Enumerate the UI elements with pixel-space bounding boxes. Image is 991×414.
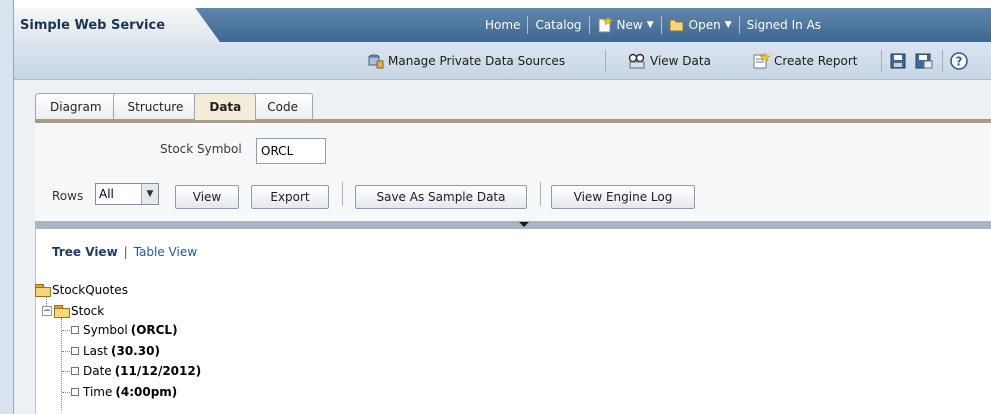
folder-open-icon [669, 19, 684, 32]
leaf-value: (11/12/2012) [114, 364, 202, 378]
save-button[interactable] [890, 42, 906, 79]
tree-leaf-time[interactable]: Time (4:00pm) [71, 385, 177, 399]
chevron-down-icon: ▼ [724, 20, 732, 30]
catalog-link[interactable]: Catalog [528, 18, 588, 32]
create-report-button[interactable]: Create Report [752, 42, 857, 79]
create-report-label: Create Report [774, 53, 858, 68]
tab-code[interactable]: Code [252, 93, 313, 120]
help-button[interactable]: ? [950, 42, 968, 79]
tree-leaf-last[interactable]: Last (30.30) [71, 344, 160, 358]
collapse-arrow-icon[interactable] [519, 222, 529, 227]
editor-tabs: Diagram Structure Data Code [35, 93, 313, 120]
application-window: Simple Web Service Home Catalog New ▼ Ope… [0, 0, 991, 414]
view-switcher: Tree View | Table View [52, 245, 197, 259]
leaf-label: Time [83, 385, 113, 399]
manage-label: Manage Private Data Sources [388, 53, 566, 68]
save-as-sample-data-button[interactable]: Save As Sample Data [355, 185, 527, 209]
leaf-node-icon [71, 326, 79, 334]
new-menu[interactable]: New ▼ [590, 17, 661, 33]
save-as-button[interactable] [915, 42, 933, 79]
leaf-node-icon [71, 388, 79, 396]
tab-structure[interactable]: Structure [112, 93, 199, 120]
rows-select[interactable]: All ▼ [95, 183, 159, 205]
signed-in-as[interactable]: Signed In As [740, 18, 828, 32]
tree-node-stock[interactable]: − Stock [42, 304, 104, 318]
view-button[interactable]: View [175, 185, 239, 209]
leaf-value: (4:00pm) [115, 385, 178, 399]
rows-label: Rows [52, 189, 84, 203]
leaf-value: (30.30) [111, 344, 160, 358]
leaf-label: Last [83, 344, 108, 358]
view-separator: | [123, 245, 128, 259]
open-menu[interactable]: Open ▼ [662, 18, 739, 32]
tree-node-stock-label: Stock [71, 304, 105, 318]
database-icon [368, 54, 384, 68]
new-label: New [616, 18, 643, 32]
leaf-value: (ORCL) [130, 323, 178, 337]
folder-open-icon [35, 284, 51, 297]
rows-select-value: All [99, 187, 114, 201]
folder-open-icon [54, 305, 70, 318]
home-link[interactable]: Home [478, 18, 527, 32]
leaf-node-icon [71, 367, 79, 375]
manage-private-data-sources-button[interactable]: Manage Private Data Sources [368, 42, 565, 79]
leaf-label: Date [83, 364, 112, 378]
stock-symbol-input[interactable] [256, 138, 326, 164]
view-data-label: View Data [650, 53, 711, 68]
save-icon [890, 53, 906, 68]
save-as-icon [915, 53, 933, 68]
left-border [0, 0, 14, 414]
svg-text:?: ? [956, 54, 963, 68]
tab-data[interactable]: Data [194, 93, 257, 120]
global-nav: Home Catalog New ▼ Open ▼ Signed In As [478, 8, 828, 42]
leaf-label: Symbol [83, 323, 128, 337]
tree-leaf-symbol[interactable]: Symbol (ORCL) [71, 323, 178, 337]
collapse-icon[interactable]: − [42, 306, 52, 316]
app-title: Simple Web Service [20, 18, 166, 33]
help-icon: ? [950, 51, 968, 70]
stock-symbol-label: Stock Symbol [160, 142, 242, 156]
view-data-icon [628, 53, 645, 68]
chevron-down-icon: ▼ [646, 20, 654, 30]
view-data-button[interactable]: View Data [628, 42, 711, 79]
leaf-node-icon [71, 347, 79, 355]
tree-view-link[interactable]: Tree View [52, 245, 118, 259]
export-button[interactable]: Export [251, 185, 329, 209]
tree-root-label: StockQuotes [52, 283, 128, 297]
panel-splitter[interactable] [35, 221, 991, 229]
report-icon [753, 52, 770, 68]
table-view-link[interactable]: Table View [134, 245, 197, 259]
tree-leaf-date[interactable]: Date (11/12/2012) [71, 364, 201, 378]
tree-root[interactable]: StockQuotes [35, 283, 128, 297]
app-tab[interactable]: Simple Web Service [14, 8, 220, 42]
chevron-down-icon[interactable]: ▼ [141, 184, 158, 204]
new-icon [598, 17, 613, 33]
view-engine-log-button[interactable]: View Engine Log [551, 185, 695, 209]
open-label: Open [688, 18, 721, 32]
tab-diagram[interactable]: Diagram [35, 93, 117, 120]
